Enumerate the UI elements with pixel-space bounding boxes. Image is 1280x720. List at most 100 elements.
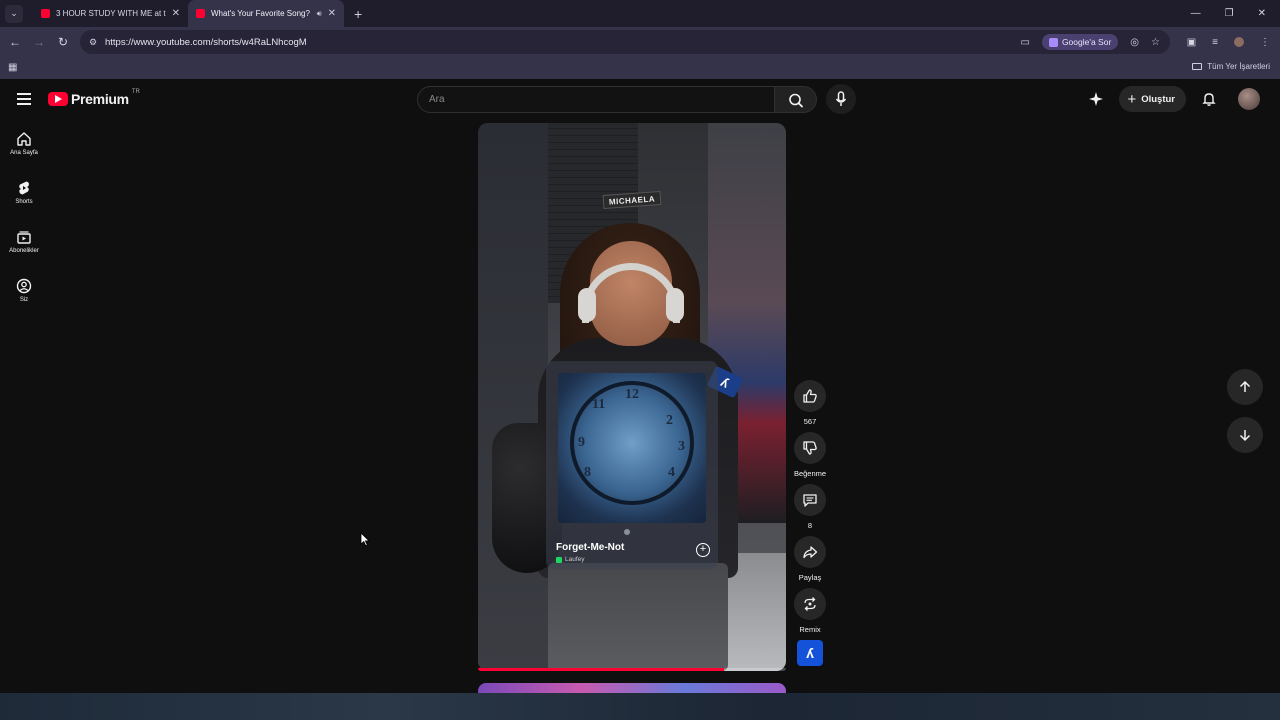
- guide-item-shorts[interactable]: Shorts: [0, 174, 48, 223]
- tab-favorite-song[interactable]: What's Your Favorite Song? 🔊︎ ✕: [188, 0, 344, 27]
- guide-item-subscriptions[interactable]: Abonelikler: [0, 223, 48, 272]
- dislike-label: Beğenme: [793, 469, 827, 478]
- thumbs-down-icon: [803, 441, 817, 455]
- gemini-sparkle-button[interactable]: [1083, 86, 1109, 112]
- shorts-icon: [19, 181, 29, 195]
- browser-actions: ▣ ≡ ⋮: [1187, 27, 1270, 57]
- song-overlay-card[interactable]: 12 2 3 4 11 9 8 Forget-Me-Not Laufey +: [546, 361, 718, 569]
- thumbs-up-icon: [803, 389, 817, 403]
- guide-item-label: Abonelikler: [9, 248, 39, 254]
- youtube-play-icon: [48, 92, 68, 106]
- clock-artwork: 12 2 3 4 11 9 8: [570, 381, 694, 505]
- browser-menu-icon[interactable]: ⋮: [1260, 37, 1270, 48]
- tracking-protection-icon[interactable]: ◎: [1130, 37, 1139, 48]
- guide-item-home[interactable]: Ana Sayfa: [0, 125, 48, 174]
- google-chip-label: Google'a Sor: [1061, 37, 1112, 47]
- bookmark-star-icon[interactable]: ☆: [1151, 37, 1160, 48]
- background-strip: [0, 693, 1280, 720]
- omnibox[interactable]: ⚙︎ https://www.youtube.com/shorts/w4RaLN…: [80, 30, 1170, 54]
- tab-title: 3 HOUR STUDY WITH ME at the: [56, 9, 166, 18]
- comments-action: 8: [793, 484, 827, 536]
- forward-icon[interactable]: →: [27, 35, 51, 49]
- dislike-button[interactable]: [794, 432, 826, 464]
- extensions-icon[interactable]: ▣: [1187, 37, 1196, 48]
- site-settings-icon[interactable]: ⚙︎: [86, 37, 100, 48]
- country-code: TR: [131, 89, 140, 95]
- home-icon: [17, 132, 31, 146]
- album-cover: 12 2 3 4 11 9 8: [558, 373, 706, 523]
- reload-icon[interactable]: ↻: [51, 35, 75, 49]
- comment-count: 8: [807, 521, 813, 530]
- share-button[interactable]: [794, 536, 826, 568]
- mini-guide: Ana Sayfa Shorts Abonelikler Siz: [0, 125, 48, 321]
- youtube-favicon-icon: [196, 9, 205, 18]
- close-window-icon[interactable]: ✕: [1258, 8, 1266, 19]
- remix-action: Remix: [793, 588, 827, 640]
- clock-numeral: 9: [578, 435, 585, 450]
- guide-menu-icon[interactable]: [17, 93, 31, 105]
- sparkle-icon: [1089, 92, 1104, 106]
- arrow-down-icon: [1239, 430, 1251, 442]
- clock-numeral: 8: [584, 465, 591, 480]
- search-placeholder: Ara: [429, 94, 445, 105]
- tab-study-with-me[interactable]: 3 HOUR STUDY WITH ME at the ✕: [33, 0, 188, 27]
- share-icon: [803, 546, 818, 559]
- comment-icon: [803, 494, 817, 507]
- song-title[interactable]: Forget-Me-Not: [556, 542, 624, 553]
- spotify-icon: [556, 556, 562, 563]
- previous-short-button[interactable]: [1227, 369, 1263, 405]
- restore-icon[interactable]: ❐: [1225, 8, 1234, 19]
- search-input[interactable]: Ara: [417, 86, 775, 113]
- video-progress-bar[interactable]: [478, 668, 786, 671]
- bookmarks-bar: ▦ Tüm Yer İşaretleri: [0, 57, 1280, 79]
- share-label: Paylaş: [798, 573, 822, 582]
- youtube-premium-logo[interactable]: Premium TR: [48, 89, 140, 107]
- remix-button[interactable]: [794, 588, 826, 620]
- back-icon[interactable]: ←: [3, 35, 27, 49]
- search-icon: [789, 93, 803, 108]
- minimize-icon[interactable]: —: [1191, 8, 1201, 19]
- all-bookmarks-button[interactable]: Tüm Yer İşaretleri: [1192, 62, 1270, 71]
- apps-grid-icon[interactable]: ▦: [8, 62, 17, 73]
- next-short-preview[interactable]: [478, 683, 786, 693]
- url-text[interactable]: https://www.youtube.com/shorts/w4RaLNhco…: [105, 37, 307, 48]
- shorts-action-bar: 567 Beğenme 8 Paylaş Remix: [793, 380, 827, 640]
- notifications-button[interactable]: [1196, 86, 1222, 112]
- cast-icon[interactable]: ▭: [1020, 37, 1029, 48]
- guide-item-label: Shorts: [15, 199, 33, 205]
- google-lens-chip[interactable]: Google'a Sor: [1041, 34, 1119, 50]
- close-tab-icon[interactable]: ✕: [328, 8, 336, 19]
- youtube-favicon-icon: [41, 9, 50, 18]
- like-button[interactable]: [794, 380, 826, 412]
- clock-numeral: 11: [592, 397, 606, 412]
- remix-label: Remix: [799, 625, 821, 634]
- video-progress-fill: [478, 668, 725, 671]
- tab-title: What's Your Favorite Song?: [211, 9, 310, 18]
- you-icon: [16, 278, 32, 294]
- create-button[interactable]: + Oluştur: [1119, 86, 1186, 112]
- search-button[interactable]: [775, 86, 817, 113]
- guide-item-you[interactable]: Siz: [0, 272, 48, 321]
- headphone-cup-right: [666, 288, 684, 322]
- close-tab-icon[interactable]: ✕: [172, 8, 180, 19]
- comments-button[interactable]: [794, 484, 826, 516]
- plus-icon: +: [1127, 90, 1137, 108]
- profile-icon[interactable]: [1234, 37, 1244, 47]
- logo-text: Premium: [71, 91, 129, 107]
- account-avatar[interactable]: [1238, 88, 1260, 110]
- new-tab-button[interactable]: +: [354, 6, 362, 22]
- shorts-video-player[interactable]: MICHAELA ʎ 12 2 3 4 11 9 8 Forget-Me-Not…: [478, 123, 786, 671]
- original-sound-thumbnail[interactable]: ʎ: [797, 640, 823, 666]
- add-song-icon[interactable]: +: [696, 543, 710, 557]
- microphone-icon: [835, 91, 847, 106]
- media-controls-icon[interactable]: ≡: [1212, 37, 1218, 48]
- youtube-masthead: Premium TR Ara + Oluştur: [0, 81, 1280, 119]
- tab-search-button[interactable]: ⌄: [5, 4, 23, 23]
- masthead-actions: + Oluştur: [1083, 86, 1260, 112]
- song-artist[interactable]: Laufey: [556, 556, 585, 563]
- headphone-cup-left: [578, 288, 596, 322]
- next-short-button[interactable]: [1227, 417, 1263, 453]
- clock-numeral: 3: [678, 439, 685, 454]
- audio-playing-icon[interactable]: 🔊︎: [317, 9, 322, 19]
- voice-search-button[interactable]: [826, 84, 856, 114]
